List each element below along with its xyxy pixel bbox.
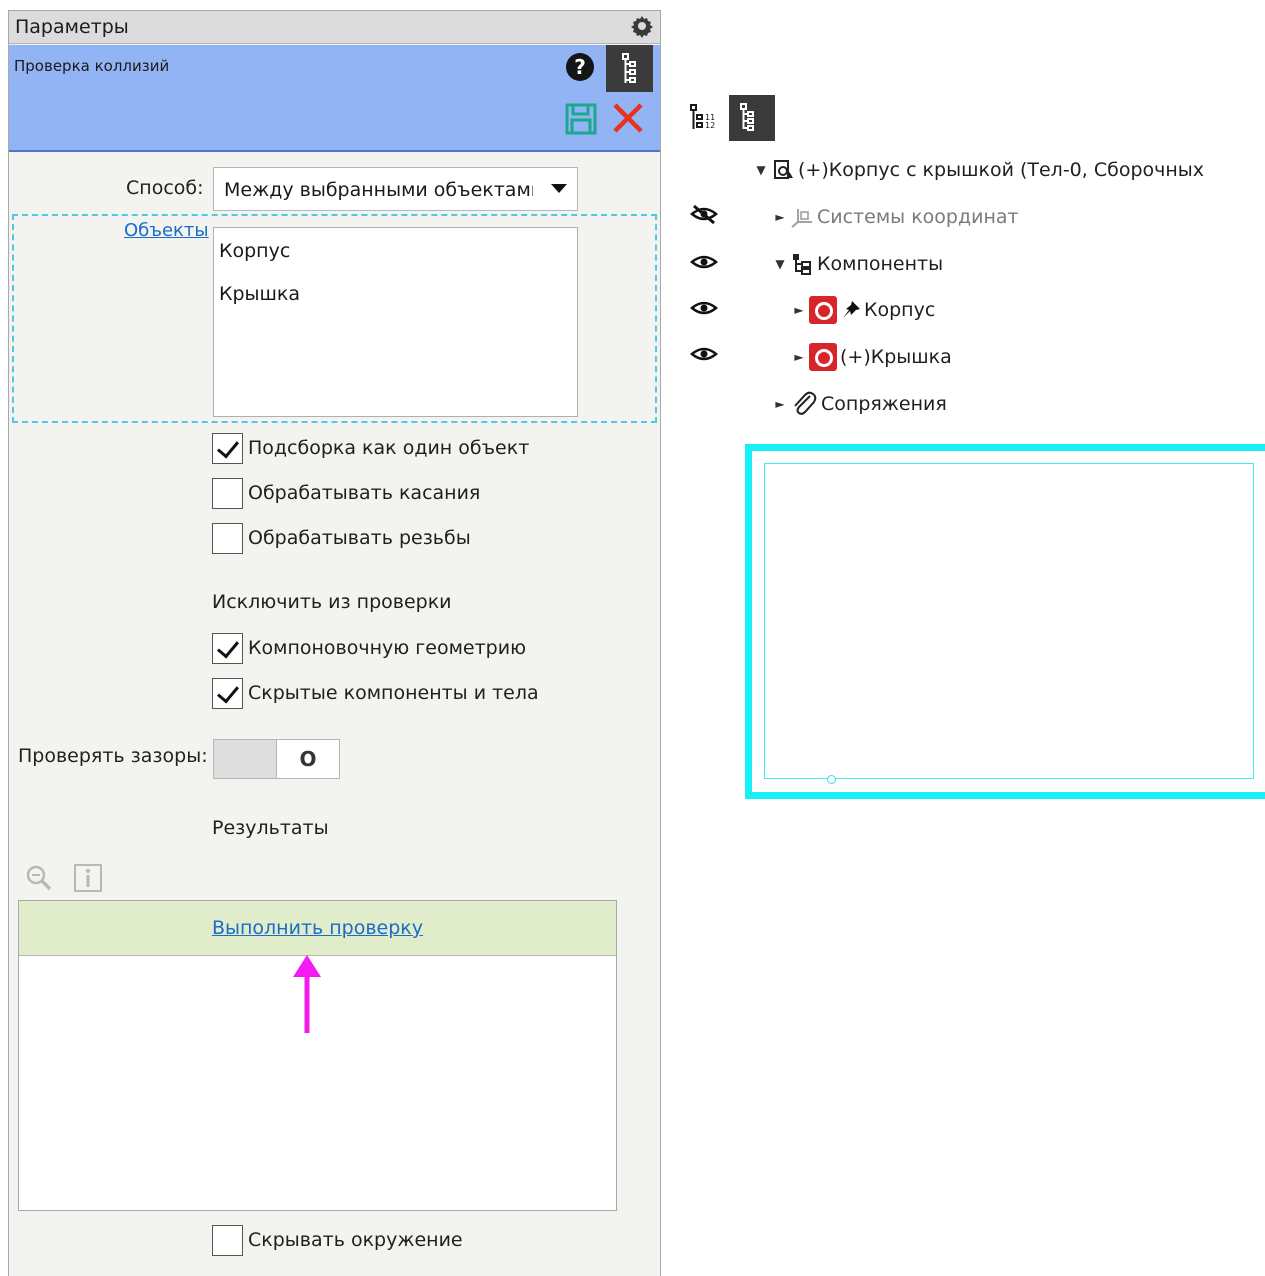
viewport-frame[interactable] [745,444,1265,799]
expand-right-icon[interactable]: ► [792,303,806,317]
components-icon [793,254,811,275]
checkbox-label: Компоновочную геометрию [248,637,527,659]
tree-root[interactable]: ▼ (+)Корпус с крышкой (Тел-0, Сборочных [754,155,1265,185]
tree-item-coordinate-systems[interactable]: ► Системы координат [773,202,1019,232]
exclude-section-title: Исключить из проверки [212,591,452,613]
viewport-inner-frame [764,463,1254,779]
list-item[interactable]: Крышка [219,283,300,305]
list-item[interactable]: Корпус [219,240,290,262]
hide-environment-option[interactable]: Скрывать окружение [212,1224,463,1256]
objects-link[interactable]: Объекты [124,220,209,241]
tree-structure-icon[interactable] [729,95,775,141]
svg-text:12: 12 [705,121,715,130]
panel-header: Параметры [9,11,660,44]
tree-root-label: (+)Корпус с крышкой (Тел-0, Сборочных [798,159,1205,181]
panel-title: Параметры [15,16,129,38]
objects-selection-zone[interactable]: Объекты Корпус Крышка [12,214,657,423]
svg-text:?: ? [574,55,586,79]
expand-right-icon[interactable]: ► [773,397,787,411]
close-icon[interactable] [611,101,645,135]
tree-item-components[interactable]: ▼ Компоненты [773,249,943,279]
eye-icon[interactable] [690,344,718,364]
pin-icon [843,301,860,318]
option-process-contacts[interactable]: Обрабатывать касания [212,477,480,509]
tree-item-kryshka[interactable]: ► (+)Крышка [792,342,952,372]
tree-item-korpus[interactable]: ► Корпус [792,295,935,325]
paperclip-icon [794,391,817,415]
coordinate-system-icon [791,209,812,228]
checkbox-label: Подсборка как один объект [248,437,530,459]
checkbox[interactable] [212,477,243,509]
method-label: Способ: [126,177,204,199]
checkbox[interactable] [212,632,243,664]
part-icon [809,343,837,371]
arrow-up-icon [293,955,321,1033]
tree-item-label: Корпус [864,299,936,321]
model-tree-toggle-icon[interactable] [606,45,653,92]
exclude-layout-geometry[interactable]: Компоновочную геометрию [212,632,526,664]
viewport-anchor-point[interactable] [827,775,836,784]
results-header: Выполнить проверку [19,901,616,956]
run-check-link[interactable]: Выполнить проверку [19,901,616,956]
checkbox-label: Обрабатывать касания [248,482,481,504]
checkbox[interactable] [212,677,243,709]
checkbox-label: Скрытые компоненты и тела [248,682,539,704]
checkbox-label: Скрывать окружение [248,1229,463,1251]
command-bar: Проверка коллизий ? [9,45,660,152]
gap-toggle[interactable]: O [213,739,340,779]
part-icon [809,296,837,324]
gear-icon[interactable] [630,14,654,38]
save-icon[interactable] [565,103,597,135]
zoom-icon[interactable] [25,864,53,892]
parameters-panel: Параметры Проверка коллизий ? Способ: Ме… [8,10,661,1276]
info-icon[interactable] [73,863,103,893]
toggle-state: O [299,747,317,771]
tree-numbered-icon[interactable]: 11 12 [683,97,723,137]
checkbox[interactable] [212,432,243,464]
checkbox[interactable] [212,522,243,554]
assembly-icon [774,160,793,179]
tree-item-label: Компоненты [817,253,944,275]
checkbox[interactable] [212,1224,243,1256]
help-icon[interactable]: ? [565,52,595,82]
chevron-down-icon [551,184,567,193]
option-subassembly-as-one[interactable]: Подсборка как один объект [212,432,529,464]
tree-item-label: (+)Крышка [840,346,952,368]
expand-down-icon[interactable]: ▼ [773,257,787,271]
hidden-eye-icon[interactable] [690,204,718,224]
eye-icon[interactable] [690,298,718,318]
expand-down-icon[interactable]: ▼ [754,163,768,177]
tree-item-label: Сопряжения [821,393,947,415]
results-list: Выполнить проверку [18,900,617,1211]
tree-item-label: Системы координат [817,206,1019,228]
exclude-hidden-components[interactable]: Скрытые компоненты и тела [212,677,539,709]
eye-icon[interactable] [690,252,718,272]
option-process-threads[interactable]: Обрабатывать резьбы [212,522,471,554]
method-select[interactable]: Между выбранными объектами [213,167,578,211]
command-title: Проверка коллизий [14,57,170,75]
toggle-track [214,740,277,778]
method-value: Между выбранными объектами [224,179,544,201]
results-title: Результаты [212,817,329,839]
tree-item-mates[interactable]: ► Сопряжения [773,389,947,419]
expand-right-icon[interactable]: ► [773,210,787,224]
checkbox-label: Обрабатывать резьбы [248,527,471,549]
objects-list[interactable]: Корпус Крышка [213,227,578,417]
expand-right-icon[interactable]: ► [792,350,806,364]
gap-label: Проверять зазоры: [18,745,208,767]
